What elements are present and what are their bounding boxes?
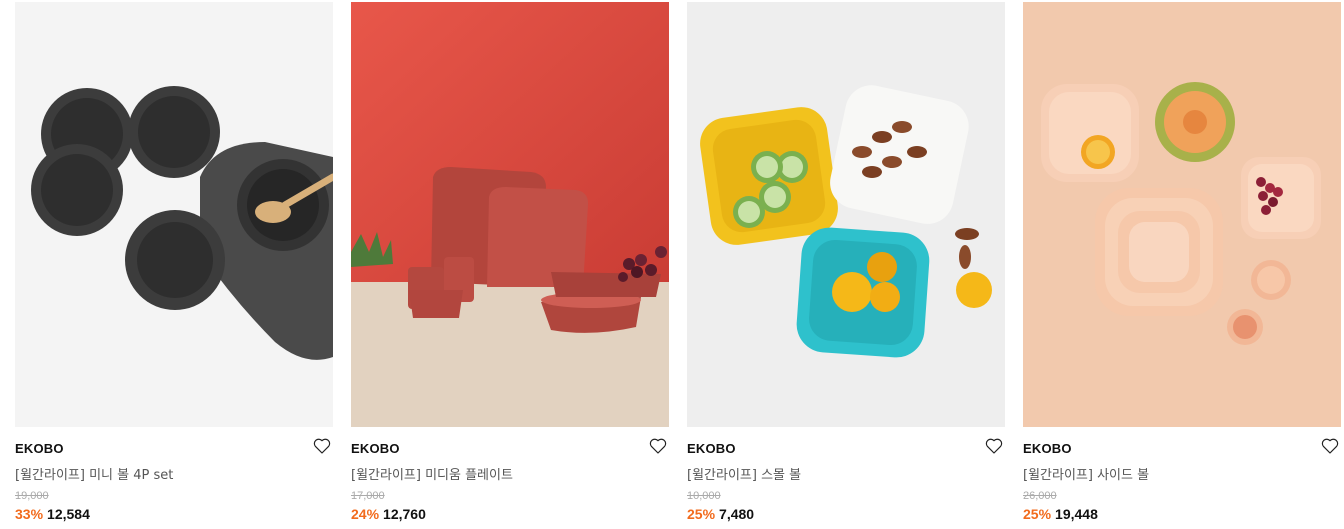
product-image[interactable]	[351, 2, 669, 427]
sale-price: 12,760	[383, 506, 426, 522]
sale-price: 12,584	[47, 506, 90, 522]
heart-outline-icon[interactable]	[985, 437, 1003, 454]
product-meta: EKOBO [윌간라이프] 사이드 볼 26,000 25% 19,448	[1023, 427, 1341, 527]
brand-name[interactable]: EKOBO	[687, 441, 736, 456]
product-image[interactable]	[15, 2, 333, 427]
brand-name[interactable]: EKOBO	[351, 441, 400, 456]
product-card[interactable]: EKOBO [윌간라이프] 미디움 플레이트 17,000 24% 12,760	[351, 2, 669, 527]
discount-rate: 33%	[15, 506, 44, 522]
product-title[interactable]: [윌간라이프] 사이드 볼	[1023, 464, 1149, 483]
sale-price: 19,448	[1055, 506, 1098, 522]
original-price: 26,000	[1023, 490, 1057, 502]
product-image[interactable]	[1023, 2, 1341, 427]
sale-price: 7,480	[719, 506, 755, 522]
product-title[interactable]: [윌간라이프] 스몰 볼	[687, 464, 801, 483]
price-row: 25% 7,480	[687, 506, 754, 522]
brand-name[interactable]: EKOBO	[15, 441, 64, 456]
product-card[interactable]: EKOBO [윌간라이프] 스몰 볼 10,000 25% 7,480	[687, 2, 1005, 527]
product-card[interactable]: EKOBO [윌간라이프] 미니 볼 4P set 19,000 33% 12,5…	[15, 2, 333, 527]
discount-rate: 24%	[351, 506, 380, 522]
product-title[interactable]: [윌간라이프] 미디움 플레이트	[351, 464, 513, 483]
product-meta: EKOBO [윌간라이프] 스몰 볼 10,000 25% 7,480	[687, 427, 1005, 527]
heart-outline-icon[interactable]	[313, 437, 331, 454]
heart-outline-icon[interactable]	[1321, 437, 1339, 454]
product-title[interactable]: [윌간라이프] 미니 볼 4P set	[15, 464, 173, 483]
original-price: 10,000	[687, 490, 721, 502]
product-grid: EKOBO [윌간라이프] 미니 볼 4P set 19,000 33% 12,5…	[15, 2, 1341, 527]
original-price: 19,000	[15, 490, 49, 502]
price-row: 24% 12,760	[351, 506, 426, 522]
heart-outline-icon[interactable]	[649, 437, 667, 454]
product-image[interactable]	[687, 2, 1005, 427]
product-card[interactable]: EKOBO [윌간라이프] 사이드 볼 26,000 25% 19,448	[1023, 2, 1341, 527]
product-meta: EKOBO [윌간라이프] 미디움 플레이트 17,000 24% 12,760	[351, 427, 669, 527]
price-row: 33% 12,584	[15, 506, 90, 522]
discount-rate: 25%	[687, 506, 716, 522]
price-row: 25% 19,448	[1023, 506, 1098, 522]
brand-name[interactable]: EKOBO	[1023, 441, 1072, 456]
original-price: 17,000	[351, 490, 385, 502]
discount-rate: 25%	[1023, 506, 1052, 522]
product-meta: EKOBO [윌간라이프] 미니 볼 4P set 19,000 33% 12,5…	[15, 427, 333, 527]
